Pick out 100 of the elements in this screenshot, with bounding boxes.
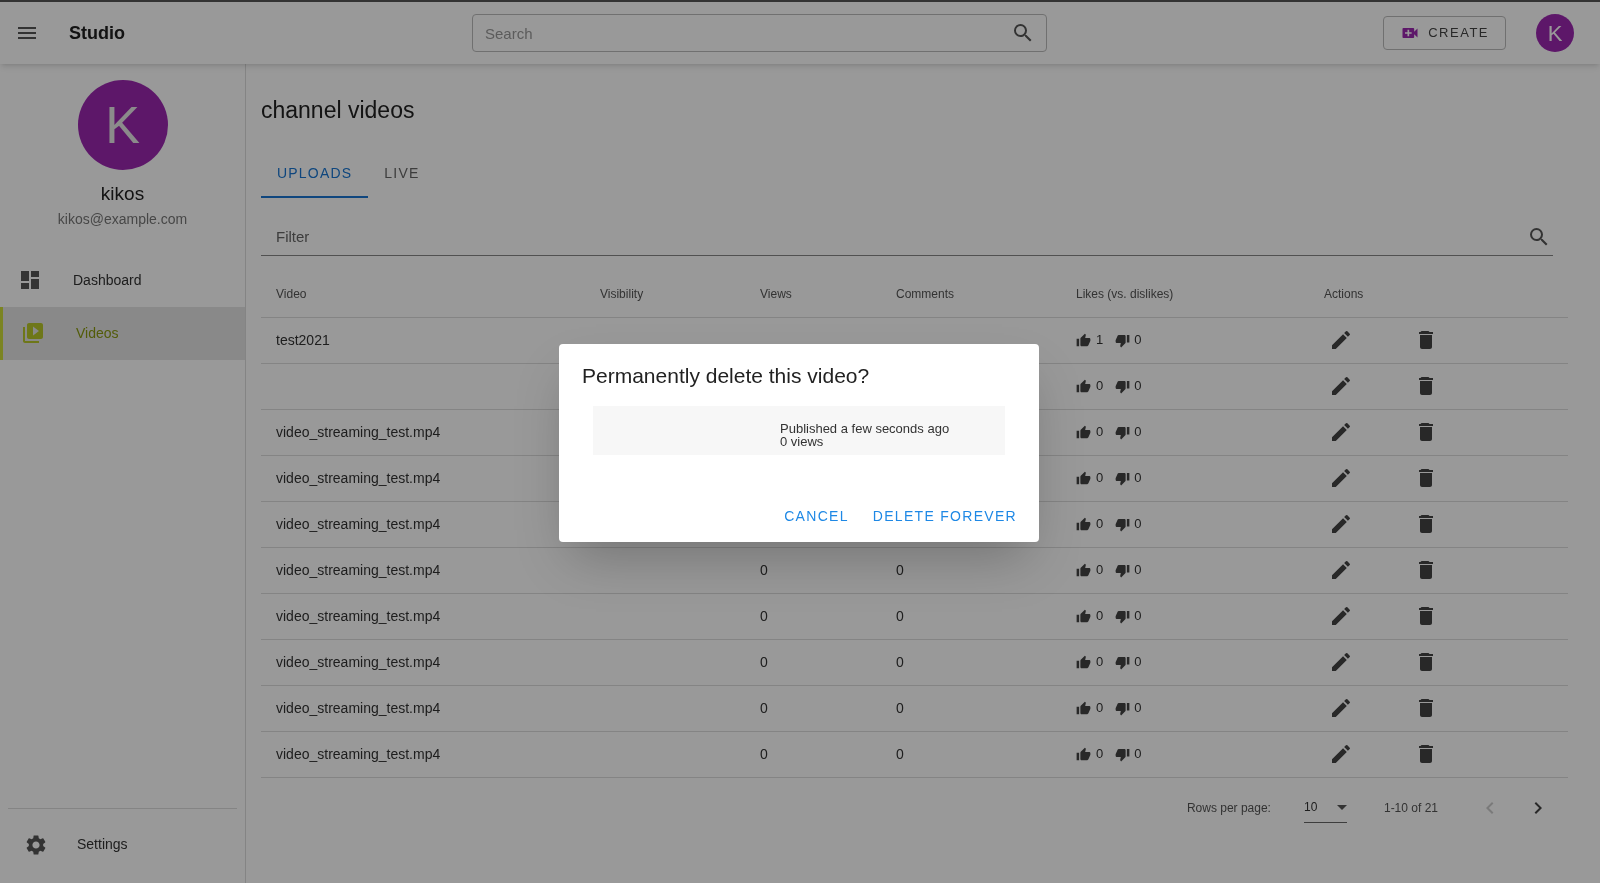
edit-icon[interactable]	[1329, 650, 1353, 674]
thumbs-up-icon	[1076, 378, 1091, 394]
likes-count: 0	[1096, 699, 1104, 718]
table-cell: video_streaming_test.mp4	[276, 423, 441, 440]
thumbs-up-icon	[1076, 746, 1091, 762]
thumbs-down-icon	[1115, 608, 1131, 624]
table-cell: video_streaming_test.mp4	[276, 745, 441, 762]
cancel-button[interactable]: CANCEL	[776, 500, 857, 532]
table-cell: 0	[896, 745, 904, 762]
dislikes-count: 0	[1134, 561, 1142, 580]
page-range: 1-10 of 21	[1383, 799, 1438, 817]
thumbs-up-icon	[1076, 654, 1091, 670]
likes-count: 0	[1096, 469, 1104, 488]
edit-icon[interactable]	[1329, 374, 1353, 398]
nav-item[interactable]: Dashboard	[0, 253, 245, 307]
thumbs-down-icon	[1115, 332, 1131, 348]
table-cell: test2021	[276, 331, 330, 348]
profile-name: kikos	[100, 182, 145, 206]
thumbs-down-icon	[1115, 470, 1131, 486]
tab[interactable]: UPLOADS	[261, 151, 369, 198]
column-header: Likes (vs. dislikes)	[1076, 287, 1174, 301]
table-cell: 0	[760, 607, 768, 624]
dialog-title: Permanently delete this video?	[582, 363, 871, 389]
thumbs-up-icon	[1076, 700, 1091, 716]
table-cell: video_streaming_test.mp4	[276, 653, 441, 670]
likes-count: 0	[1096, 745, 1104, 764]
settings-link[interactable]: Settings	[77, 834, 128, 855]
likes-count: 0	[1096, 423, 1104, 442]
app-title: Studio	[69, 21, 125, 45]
table-cell: 0	[760, 699, 768, 716]
rows-per-page-label: Rows per page:	[1186, 799, 1271, 817]
edit-icon[interactable]	[1329, 420, 1353, 444]
edit-icon[interactable]	[1329, 696, 1353, 720]
likes-count: 0	[1096, 607, 1104, 626]
thumbs-down-icon	[1115, 654, 1131, 670]
settings-icon[interactable]	[24, 832, 48, 857]
column-header: Video	[276, 287, 307, 301]
filter-field[interactable]: Filter	[261, 217, 1553, 256]
thumbs-down-icon	[1115, 700, 1131, 716]
table-cell: 0	[896, 699, 904, 716]
edit-icon[interactable]	[1329, 466, 1353, 490]
table-cell: 0	[760, 561, 768, 578]
profile-avatar: K	[77, 80, 168, 170]
dislikes-count: 0	[1134, 377, 1142, 396]
dislikes-count: 0	[1134, 331, 1142, 350]
rows-per-page-select[interactable]: 10	[1303, 792, 1347, 823]
dislikes-count: 0	[1134, 653, 1142, 672]
thumbs-up-icon	[1076, 516, 1091, 532]
likes-count: 0	[1096, 377, 1104, 396]
page-title: channel videos	[261, 96, 416, 125]
table-cell: 0	[896, 607, 904, 624]
table-cell: video_streaming_test.mp4	[276, 561, 441, 578]
likes-count: 0	[1096, 561, 1104, 580]
dislikes-count: 0	[1134, 607, 1142, 626]
thumbs-up-icon	[1076, 562, 1091, 578]
thumbs-up-icon	[1076, 332, 1091, 348]
likes-count: 1	[1096, 331, 1104, 350]
tab[interactable]: LIVE	[368, 151, 436, 198]
thumbs-down-icon	[1115, 516, 1131, 532]
likes-count: 0	[1096, 515, 1104, 534]
dislikes-count: 0	[1134, 699, 1142, 718]
views-text: 0 views	[780, 434, 825, 448]
table-cell: 0	[760, 745, 768, 762]
nav-item[interactable]: Videos	[0, 306, 245, 360]
dashboard-icon	[18, 268, 42, 292]
edit-icon[interactable]	[1329, 558, 1353, 582]
table-cell: 0	[896, 653, 904, 670]
search-field[interactable]: Search	[472, 14, 1047, 52]
dislikes-count: 0	[1134, 515, 1142, 534]
thumbs-up-icon	[1076, 424, 1091, 440]
edit-icon[interactable]	[1329, 742, 1353, 766]
table-cell: video_streaming_test.mp4	[276, 515, 441, 532]
dislikes-count: 0	[1134, 469, 1142, 488]
thumbs-down-icon	[1115, 424, 1131, 440]
table-cell: 0	[760, 653, 768, 670]
account-avatar[interactable]: K	[1536, 14, 1574, 52]
thumbs-up-icon	[1076, 608, 1091, 624]
thumbs-up-icon	[1076, 470, 1091, 486]
edit-icon[interactable]	[1329, 328, 1353, 352]
dislikes-count: 0	[1134, 745, 1142, 764]
thumbs-down-icon	[1115, 746, 1131, 762]
thumbs-down-icon	[1115, 378, 1131, 394]
column-header: Actions	[1324, 287, 1364, 301]
delete-forever-button[interactable]: DELETE FOREVER	[864, 500, 1025, 532]
edit-icon[interactable]	[1329, 512, 1353, 536]
table-cell: video_streaming_test.mp4	[276, 699, 441, 716]
dropdown-caret-icon	[1336, 804, 1347, 810]
table-cell: video_streaming_test.mp4	[276, 469, 441, 486]
column-header: Views	[760, 287, 792, 301]
column-header: Visibility	[600, 287, 644, 301]
likes-count: 0	[1096, 653, 1104, 672]
published-text: Published a few seconds ago	[780, 421, 951, 435]
table-cell: video_streaming_test.mp4	[276, 607, 441, 624]
column-header: Comments	[896, 287, 954, 301]
edit-icon[interactable]	[1329, 604, 1353, 628]
video-library-icon	[21, 321, 45, 345]
dislikes-count: 0	[1134, 423, 1142, 442]
create-button[interactable]: CREATE	[1383, 16, 1506, 50]
thumbs-down-icon	[1115, 562, 1131, 578]
table-cell: 0	[896, 561, 904, 578]
